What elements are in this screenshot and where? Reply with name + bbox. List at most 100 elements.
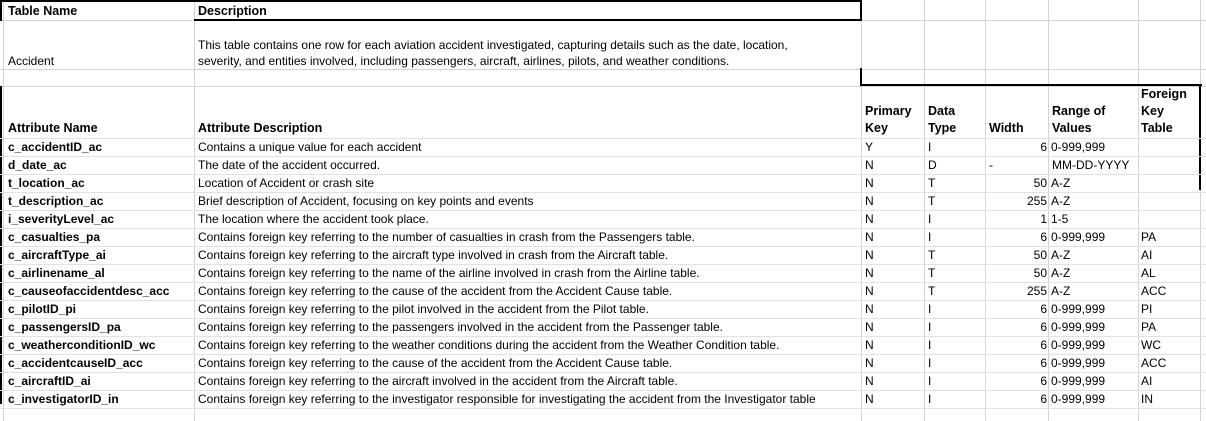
row-separator [0, 408, 1206, 409]
row-separator [0, 390, 1206, 391]
range-value: A-Z [1051, 284, 1071, 298]
grid-line [0, 86, 1206, 87]
range-value: 0-999,999 [1051, 338, 1106, 352]
foreign-key-header: Foreign [1141, 87, 1187, 101]
attribute-description: Location of Accident or crash site [198, 176, 375, 190]
row-separator [0, 354, 1206, 355]
attribute-name: c_aircraftType_ai [8, 248, 106, 262]
foreign-key-value: AI [1141, 374, 1153, 388]
range-value: A-Z [1051, 248, 1071, 262]
attribute-name: c_accidentID_ac [8, 140, 103, 154]
data-type-value: I [928, 140, 932, 154]
data-type-value: I [928, 356, 932, 370]
range-value: 1-5 [1051, 212, 1069, 226]
foreign-key-value: ACC [1141, 284, 1167, 298]
data-type-value: I [928, 338, 932, 352]
attribute-name: c_causeofaccidentdesc_acc [8, 284, 170, 298]
primary-key-value: N [865, 392, 874, 406]
row-separator [0, 282, 1206, 283]
attribute-description: The date of the accident occurred. [198, 158, 381, 172]
primary-key-value: N [865, 248, 874, 262]
primary-key-value: N [865, 320, 874, 334]
width-value: 255 [1026, 194, 1047, 208]
foreign-key-value: WC [1141, 338, 1161, 352]
width-value: 6 [1040, 140, 1047, 154]
data-type-value: D [928, 158, 937, 172]
width-value: 50 [1033, 266, 1047, 280]
attribute-name-header: Attribute Name [8, 121, 98, 135]
row-separator [0, 174, 1206, 175]
attribute-name: c_passengersID_pa [8, 320, 121, 334]
attribute-description: Contains foreign key referring to the we… [198, 338, 780, 352]
attribute-name: c_weatherconditionID_wc [8, 338, 156, 352]
range-value: 0-999,999 [1051, 140, 1106, 154]
data-type-value: I [928, 230, 932, 244]
header-border [0, 86, 2, 404]
foreign-key-header-3: Table [1141, 121, 1173, 135]
range-header-2: Values [1052, 121, 1092, 135]
range-value: 0-999,999 [1051, 356, 1106, 370]
row-separator [0, 228, 1206, 229]
primary-key-value: N [865, 284, 874, 298]
range-value: A-Z [1051, 266, 1071, 280]
range-value: 0-999,999 [1051, 320, 1106, 334]
attribute-description: Contains foreign key referring to the ai… [198, 248, 669, 262]
range-value: A-Z [1051, 194, 1071, 208]
attribute-description-header: Attribute Description [198, 121, 323, 135]
data-type-value: T [928, 284, 936, 298]
width-value: 1 [1040, 212, 1047, 226]
attribute-name: c_investigatorID_in [8, 392, 119, 406]
row-separator [0, 192, 1206, 193]
width-header: Width [989, 121, 1024, 135]
data-type-value: I [928, 392, 932, 406]
foreign-key-header-2: Key [1141, 104, 1164, 118]
primary-key-value: N [865, 194, 874, 208]
row-separator [0, 210, 1206, 211]
attribute-name: c_aircraftID_ai [8, 374, 91, 388]
width-value: - [989, 158, 993, 172]
table-description-line-1: This table contains one row for each avi… [198, 38, 788, 52]
header-border [194, 19, 862, 21]
header-border [0, 0, 2, 21]
width-value: 6 [1040, 320, 1047, 334]
attribute-name: c_airlinename_al [8, 266, 105, 280]
primary-key-value: N [865, 230, 874, 244]
row-separator [0, 138, 1206, 139]
foreign-key-value: AI [1141, 248, 1153, 262]
attribute-name: t_description_ac [8, 194, 104, 208]
attribute-description: Contains foreign key referring to the ai… [198, 374, 678, 388]
width-value: 6 [1040, 374, 1047, 388]
range-value: A-Z [1051, 176, 1071, 190]
table-name-label: Table Name [8, 4, 78, 18]
foreign-key-value: PA [1141, 320, 1157, 334]
row-separator [0, 246, 1206, 247]
row-separator [0, 318, 1206, 319]
data-type-value: T [928, 248, 936, 262]
header-border [860, 68, 862, 85]
data-type-value: I [928, 374, 932, 388]
range-value: 0-999,999 [1051, 392, 1106, 406]
width-value: 6 [1040, 302, 1047, 316]
attribute-description: Contains foreign key referring to the ca… [198, 356, 673, 370]
primary-key-value: N [865, 212, 874, 226]
row-separator [0, 372, 1206, 373]
width-value: 255 [1026, 284, 1047, 298]
attribute-description: Contains foreign key referring to the ca… [198, 284, 673, 298]
primary-key-value: N [865, 374, 874, 388]
primary-key-value: N [865, 338, 874, 352]
description-label: Description [198, 4, 267, 18]
row-separator [0, 264, 1206, 265]
attribute-description: The location where the accident took pla… [198, 212, 429, 226]
attribute-name: t_location_ac [8, 176, 85, 190]
width-value: 6 [1040, 338, 1047, 352]
range-value: 0-999,999 [1051, 230, 1106, 244]
foreign-key-value: PA [1141, 230, 1157, 244]
table-name-value: Accident [8, 54, 55, 68]
range-header: Range of [1052, 104, 1106, 118]
row-separator [0, 336, 1206, 337]
width-value: 50 [1033, 248, 1047, 262]
table-description-line-2: severity, and entities involved, includi… [198, 54, 730, 68]
header-border [860, 84, 1202, 86]
data-type-value: I [928, 302, 932, 316]
foreign-key-value: AL [1141, 266, 1156, 280]
